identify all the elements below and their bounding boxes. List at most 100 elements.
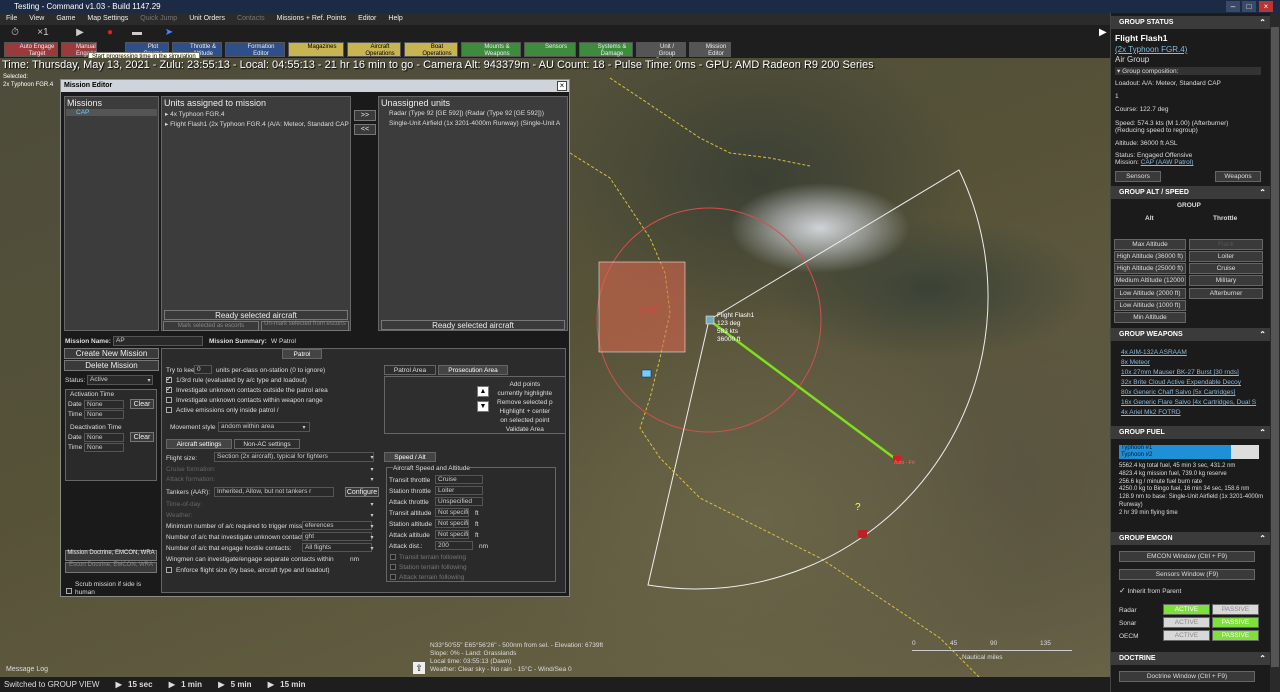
- inherit-row[interactable]: ✓ Inherit from Parent: [1119, 586, 1181, 595]
- try-keep-input[interactable]: 0: [194, 365, 212, 374]
- min-aircraft-select[interactable]: eferences: [302, 521, 372, 530]
- collapse-icon[interactable]: ⌃: [1259, 532, 1266, 545]
- menu-map-settings[interactable]: Map Settings: [87, 15, 128, 22]
- weapon-link[interactable]: 8x Meteor: [1121, 359, 1150, 366]
- oecm-active-button[interactable]: ACTIVE: [1163, 630, 1210, 641]
- medium-altitude-button[interactable]: Medium Altitude (12000: [1114, 275, 1186, 286]
- attack-throttle-select[interactable]: Unspecified: [435, 497, 483, 506]
- chevron-down-icon[interactable]: ▾: [145, 377, 153, 384]
- validate-area-button[interactable]: Validate Area: [497, 425, 553, 434]
- mission-name-input[interactable]: AP: [113, 336, 203, 346]
- assigned-unit-row[interactable]: ▸ 4x Typhoon FGR.4: [165, 110, 225, 118]
- collapse-icon[interactable]: ⌃: [1259, 652, 1266, 665]
- transit-altitude-input[interactable]: Not specified: [435, 508, 469, 517]
- unit-group-doctrine-button[interactable]: Unit / Group Doctrine: [636, 42, 686, 64]
- chevron-down-icon[interactable]: ▾: [368, 454, 376, 461]
- unmark-escorts-button[interactable]: Un-mark selected from escorts: [261, 321, 349, 331]
- weapon-link[interactable]: 16x Generic Flare Salvo [4x Cartridges, …: [1121, 399, 1256, 406]
- chevron-down-icon[interactable]: ▾: [368, 476, 376, 483]
- collapse-icon[interactable]: ⌃: [1259, 186, 1266, 199]
- magazines-button[interactable]: Magazines: [288, 42, 344, 57]
- assigned-unit-row[interactable]: ▸ Flight Flash1 (2x Typhoon FGR.4 (A/A: …: [165, 120, 349, 128]
- station-altitude-input[interactable]: Not specified: [435, 519, 469, 528]
- unassigned-unit-row[interactable]: Single-Unit Airfield (1x 3201-4000m Runw…: [389, 120, 560, 127]
- mission-doctrine-button[interactable]: Mission Doctrine, EMCON, WRA: [65, 550, 157, 561]
- right-panel-scrollbar[interactable]: [1270, 13, 1280, 692]
- camera-icon[interactable]: ▬: [128, 26, 146, 40]
- sensors-window-button[interactable]: Sensors Window (F9): [1119, 569, 1255, 580]
- weapons-panel-button[interactable]: Weapons: [1215, 171, 1261, 182]
- collapse-icon[interactable]: ⌃: [1259, 328, 1266, 341]
- systems-damage-button[interactable]: Systems & Damage: [579, 42, 633, 57]
- station-throttle-select[interactable]: Loiter: [435, 486, 483, 495]
- compression-15m[interactable]: ▶ 15 min: [268, 680, 306, 689]
- investigate-select[interactable]: ght: [302, 532, 372, 541]
- clear-deactivation-button[interactable]: Clear: [130, 432, 154, 442]
- oecm-passive-button[interactable]: PASSIVE: [1212, 630, 1259, 641]
- attack-distance-input[interactable]: 200: [435, 541, 473, 550]
- unassign-button[interactable]: <<: [354, 124, 376, 135]
- attack-altitude-input[interactable]: Not specified: [435, 530, 469, 539]
- group-weapons-header[interactable]: GROUP WEAPONS ⌃: [1111, 328, 1271, 341]
- chevron-down-icon[interactable]: ▾: [368, 466, 376, 473]
- menu-missions[interactable]: Missions + Ref. Points: [277, 15, 346, 22]
- max-altitude-button[interactable]: Max Altitude: [1114, 239, 1186, 250]
- scrub-checkbox[interactable]: [66, 588, 72, 594]
- assigned-units-list[interactable]: Units assigned to mission ▸ 4x Typhoon F…: [161, 96, 351, 331]
- clock-icon[interactable]: ⏱: [6, 26, 24, 40]
- aircraft-icon[interactable]: [705, 315, 715, 325]
- message-log-button[interactable]: Message Log: [6, 666, 48, 673]
- activation-time-input[interactable]: None: [84, 410, 124, 419]
- loiter-button[interactable]: Loiter: [1189, 251, 1263, 262]
- military-button[interactable]: Military: [1189, 275, 1263, 286]
- auto-engage-button[interactable]: Auto Engage Target: [4, 42, 58, 57]
- tab-patrol[interactable]: Patrol: [282, 349, 322, 359]
- menu-contacts[interactable]: Contacts: [237, 15, 265, 22]
- chevron-down-icon[interactable]: ▾: [368, 523, 376, 530]
- mission-item-cap[interactable]: CAP: [66, 109, 157, 116]
- menu-file[interactable]: File: [6, 15, 17, 22]
- tab-prosecution-area[interactable]: Prosecution Area: [438, 365, 508, 375]
- rule-checkbox[interactable]: [166, 397, 172, 403]
- play-icon[interactable]: ▶: [70, 26, 90, 40]
- low-altitude-1000-button[interactable]: Low Altitude (1000 ft): [1114, 300, 1186, 311]
- tankers-select[interactable]: Inherited, Allow, but not tankers r: [214, 487, 334, 497]
- tab-speed-alt[interactable]: Speed / Alt: [384, 452, 436, 462]
- compression-1m[interactable]: ▶ 1 min: [169, 680, 202, 689]
- status-select[interactable]: Active: [87, 375, 153, 385]
- cruise-button[interactable]: Cruise: [1189, 263, 1263, 274]
- high-altitude-36000-button[interactable]: High Altitude (36000 ft): [1114, 251, 1186, 262]
- group-status-header[interactable]: GROUP STATUS ⌃: [1111, 16, 1271, 29]
- formation-editor-button[interactable]: Formation Editor: [225, 42, 285, 57]
- afterburner-button[interactable]: Afterburner: [1189, 288, 1263, 299]
- composition-toggle[interactable]: ▾ Group composition:: [1115, 67, 1261, 75]
- weapon-link[interactable]: 4x AIM-132A ASRAAM: [1121, 349, 1187, 356]
- rule-checkbox[interactable]: [166, 385, 172, 393]
- group-composition-link[interactable]: (2x Typhoon FGR.4): [1115, 45, 1187, 54]
- ready-unassigned-button[interactable]: Ready selected aircraft: [381, 320, 565, 330]
- sensors-button[interactable]: Sensors: [524, 42, 576, 57]
- menu-editor[interactable]: Editor: [358, 15, 376, 22]
- record-icon[interactable]: ●: [100, 26, 120, 40]
- engage-select[interactable]: All flights: [302, 543, 372, 552]
- activation-date-input[interactable]: None: [84, 400, 124, 409]
- arrow-down-icon[interactable]: ▼: [477, 401, 489, 412]
- rule-checkbox[interactable]: [166, 407, 172, 413]
- missions-list[interactable]: Missions CAP: [64, 96, 159, 331]
- menu-unit-orders[interactable]: Unit Orders: [189, 15, 225, 22]
- terrain-checkbox[interactable]: [390, 554, 396, 560]
- speed-indicator[interactable]: ×1: [32, 26, 54, 40]
- terrain-checkbox[interactable]: [390, 574, 396, 580]
- tab-patrol-area[interactable]: Patrol Area: [384, 365, 436, 375]
- collapse-icon[interactable]: ⌃: [1259, 426, 1266, 439]
- menu-help[interactable]: Help: [388, 15, 402, 22]
- sonar-passive-button[interactable]: PASSIVE: [1212, 617, 1259, 628]
- menu-quick-jump[interactable]: Quick Jump: [140, 15, 177, 22]
- chevron-down-icon[interactable]: ▾: [300, 424, 308, 431]
- expand-up-icon[interactable]: ⇧: [413, 662, 425, 674]
- mission-link[interactable]: CAP (AAW Patrol): [1141, 159, 1194, 166]
- mark-escorts-button[interactable]: Mark selected as escorts: [163, 321, 259, 331]
- transit-throttle-select[interactable]: Cruise: [435, 475, 483, 484]
- weapon-link[interactable]: 10x 27mm Mauser BK-27 Burst [30 rnds]: [1121, 369, 1239, 376]
- remove-point-button[interactable]: Remove selected p: [497, 398, 553, 407]
